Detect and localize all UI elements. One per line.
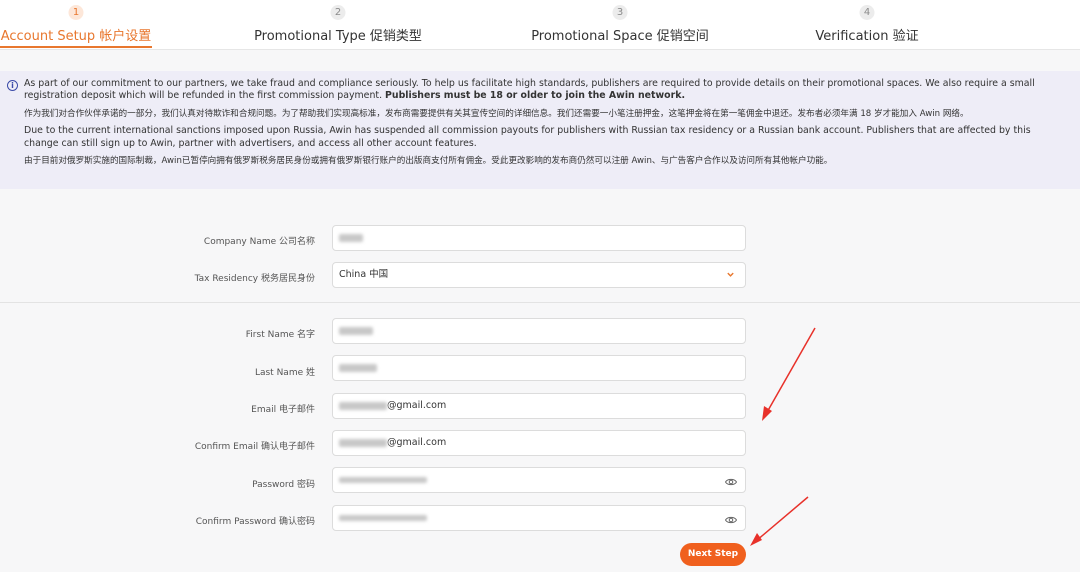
masked-password [339,476,427,483]
sanctions-paragraph-en: Due to the current international sanctio… [24,125,1031,149]
last-name-input[interactable] [332,355,746,381]
confirm-email-label: Confirm Email 确认电子邮件 [194,442,315,452]
step-label: Promotional Space 促销空间 [531,29,709,44]
banner-paragraph-en: As part of our commitment to our partner… [24,78,1035,102]
step-number: 4 [859,5,875,20]
progress-stepper: 1 Account Setup 帐户设置 2 Promotional Type … [0,0,1080,50]
confirm-password-label: Confirm Password 确认密码 [195,517,315,527]
step-promotional-space[interactable]: 3 Promotional Space 促销空间 [526,0,714,50]
last-name-label: Last Name 姓 [254,368,315,378]
password-input[interactable] [332,467,746,493]
next-step-button[interactable]: Next Step [680,543,746,566]
section-divider [0,302,1080,303]
step-label: Verification 验证 [815,29,919,44]
redacted-value [339,439,387,447]
sanctions-paragraph-cn: 由于目前对俄罗斯实施的国际制裁，Awin已暂停向拥有俄罗斯税务居民身份或拥有俄罗… [24,156,833,167]
banner-paragraph-cn: 作为我们对合作伙伴承诺的一部分，我们认真对待欺诈和合规问题。为了帮助我们实现高标… [24,108,969,119]
confirm-password-input[interactable] [332,505,746,531]
first-name-input[interactable] [332,318,746,344]
chevron-down-icon [726,270,735,279]
company-name-input[interactable] [332,225,746,251]
redacted-value [339,402,387,410]
password-label: Password 密码 [252,480,315,490]
redacted-value [339,233,363,242]
email-input[interactable]: @gmail.com [332,393,746,419]
active-step-underline [0,46,152,48]
confirm-email-input[interactable]: @gmail.com [332,430,746,456]
eye-icon[interactable] [724,512,738,524]
company-name-label: Company Name 公司名称 [203,237,315,247]
redacted-value [339,326,373,335]
first-name-label: First Name 名字 [245,330,315,340]
step-number: 1 [68,5,84,20]
step-number: 3 [612,5,628,20]
age-requirement: Publishers must be 18 or older to join t… [385,90,686,102]
step-verification[interactable]: 4 Verification 验证 [808,0,926,50]
compliance-info-banner: i As part of our commitment to our partn… [0,71,1080,189]
step-label: Promotional Type 促销类型 [254,29,422,44]
step-label: Account Setup 帐户设置 [0,29,152,44]
tax-residency-select[interactable]: China 中国 [332,262,746,288]
step-promotional-type[interactable]: 2 Promotional Type 促销类型 [248,0,428,50]
tax-residency-value: China 中国 [339,269,389,280]
step-number: 2 [330,5,346,20]
eye-icon[interactable] [724,474,738,486]
info-circle-icon: i [7,80,18,91]
redacted-value [339,363,377,372]
masked-password [339,514,427,521]
email-domain: @gmail.com [387,437,447,448]
email-domain: @gmail.com [387,400,447,411]
step-account-setup[interactable]: 1 Account Setup 帐户设置 [0,0,152,50]
email-label: Email 电子邮件 [251,405,315,415]
tax-residency-label: Tax Residency 税务居民身份 [194,274,315,284]
awin-signup-page: 1 Account Setup 帐户设置 2 Promotional Type … [0,0,1080,572]
